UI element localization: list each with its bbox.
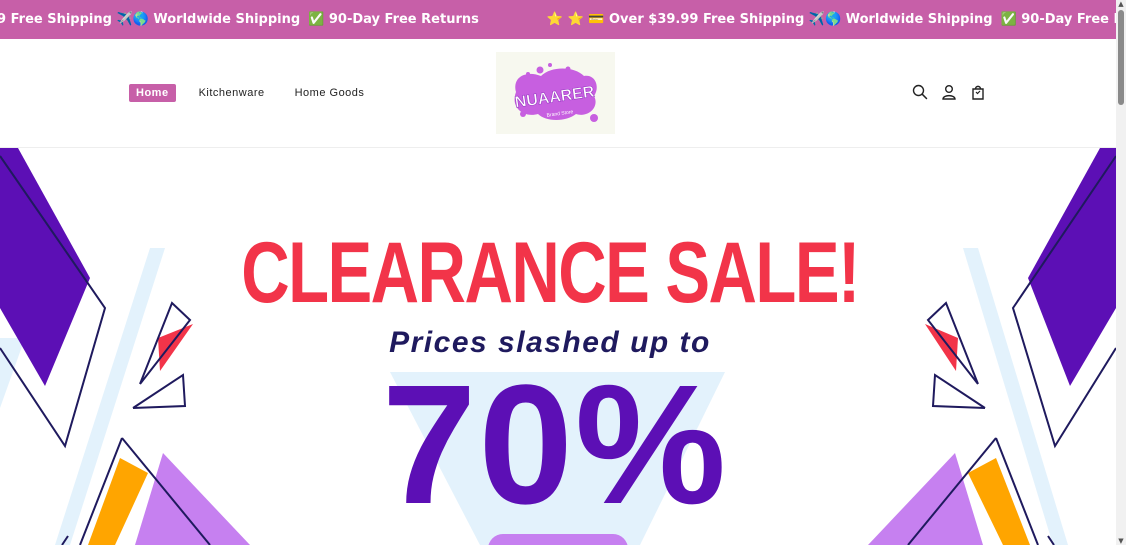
header-icons bbox=[912, 84, 986, 100]
nav-item-home-goods[interactable]: Home Goods bbox=[288, 84, 372, 102]
page-scrollbar[interactable]: ▲ ▼ bbox=[1116, 0, 1126, 545]
scrollbar-thumb[interactable] bbox=[1118, 10, 1124, 105]
announcement-text: ✅ 90-Day Free Returns bbox=[1000, 12, 1116, 27]
announcement-bar: 99 Free Shipping ✈️🌎 Worldwide Shipping … bbox=[0, 0, 1116, 39]
announcement-track: 99 Free Shipping ✈️🌎 Worldwide Shipping … bbox=[0, 0, 1116, 39]
search-icon[interactable] bbox=[912, 84, 928, 100]
site-header: Home Kitchenware Home Goods NUAARER Bran… bbox=[0, 39, 1116, 148]
logo-graphic: NUAARER Brand Store bbox=[514, 63, 598, 122]
hero-title: CLEARANCE SALE! bbox=[241, 225, 860, 321]
scroll-up-icon[interactable]: ▲ bbox=[1117, 0, 1125, 8]
announcement-text: 99 Free Shipping ✈️🌎 Worldwide Shipping bbox=[0, 12, 301, 27]
logo[interactable]: NUAARER Brand Store bbox=[496, 52, 615, 134]
main-nav: Home Kitchenware Home Goods bbox=[129, 84, 387, 102]
nav-item-home[interactable]: Home bbox=[129, 84, 176, 102]
scroll-down-icon[interactable]: ▼ bbox=[1117, 537, 1125, 545]
hero-banner[interactable]: CLEARANCE SALE! Prices slashed up to 70% bbox=[0, 148, 1116, 545]
hero-discount: 70% bbox=[381, 350, 729, 540]
account-icon[interactable] bbox=[941, 84, 957, 100]
announcement-text: ⭐ ⭐ 💳 Over $39.99 Free Shipping ✈️🌎 Worl… bbox=[546, 12, 993, 27]
nav-item-kitchenware[interactable]: Kitchenware bbox=[192, 84, 272, 102]
announcement-text: ✅ 90-Day Free Returns bbox=[308, 12, 479, 27]
announcement-segment: 99 Free Shipping ✈️🌎 Worldwide Shipping … bbox=[0, 12, 487, 27]
announcement-segment: ⭐ ⭐ 💳 Over $39.99 Free Shipping ✈️🌎 Worl… bbox=[547, 12, 1116, 27]
cart-icon[interactable] bbox=[970, 84, 986, 100]
